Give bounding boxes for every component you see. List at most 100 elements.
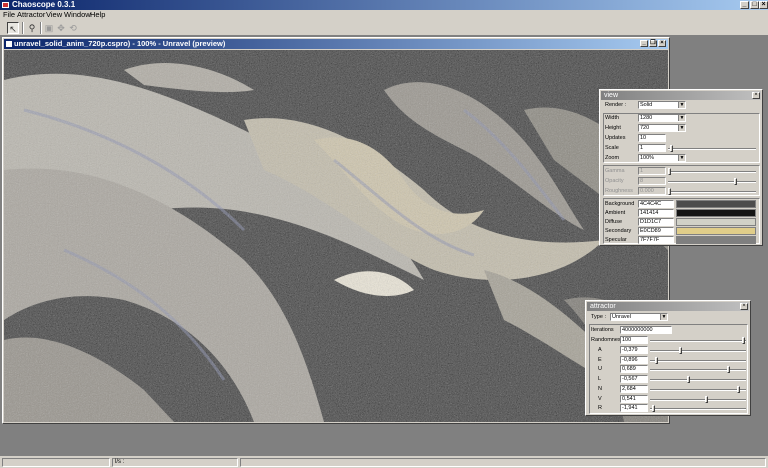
gamma-label: Gamma — [605, 168, 625, 174]
scale-slider-thumb[interactable] — [670, 145, 673, 152]
param-label: N — [598, 385, 602, 392]
param-slider-thumb[interactable] — [705, 395, 708, 403]
randomness-field[interactable]: 100 — [620, 336, 648, 344]
param-value-field[interactable]: -0,379 — [620, 346, 648, 354]
gamma-slider[interactable] — [668, 168, 756, 175]
render-select[interactable]: Solid ▼ — [638, 101, 686, 109]
color-swatch[interactable] — [676, 227, 756, 235]
view-panel-close-button[interactable]: × — [752, 92, 760, 99]
param-slider[interactable] — [650, 356, 746, 364]
minimize-button[interactable]: _ — [740, 1, 749, 9]
roughness-slider-thumb[interactable] — [668, 188, 671, 195]
param-slider-thumb[interactable] — [652, 405, 655, 413]
move-icon[interactable]: ✥ — [55, 22, 67, 34]
scale-slider[interactable] — [668, 145, 756, 152]
status-pane-extra — [240, 458, 766, 467]
type-select-value: Unravel — [612, 314, 631, 320]
height-select[interactable]: 720 ▼ — [638, 124, 686, 132]
color-hex-field[interactable]: D1D1C7 — [638, 218, 674, 226]
status-bar: l/s : — [0, 456, 768, 468]
opacity-field[interactable]: 8 — [638, 177, 666, 185]
param-value-field[interactable]: 2,684 — [620, 384, 648, 393]
gamma-value: 1 — [640, 168, 644, 174]
param-value-field[interactable]: -0,896 — [620, 355, 648, 364]
roughness-field[interactable]: 0.000 — [638, 187, 666, 195]
param-label: R — [598, 405, 602, 412]
pointer-icon[interactable]: ↖ — [7, 22, 19, 34]
param-slider-thumb[interactable] — [737, 385, 740, 393]
randomness-slider-thumb[interactable] — [742, 337, 745, 344]
opacity-slider[interactable] — [668, 178, 756, 185]
gamma-field[interactable]: 1 — [638, 167, 666, 175]
iterations-field[interactable]: 4000000000 — [620, 326, 672, 334]
color-swatch[interactable] — [676, 209, 756, 217]
param-value: -0,567 — [622, 376, 638, 383]
color-hex-value: 7F7F7F — [640, 237, 660, 243]
document-title-bar: unravel_solid_anim_720p.cspro) - 100% - … — [4, 39, 668, 49]
fps-label: l/s : — [115, 459, 125, 465]
attractor-panel-title-bar: attractor × — [587, 302, 749, 311]
color-label: Ambient — [605, 210, 626, 216]
color-hex-value: E0CD89 — [640, 228, 661, 234]
menu-help[interactable]: Help — [90, 10, 105, 20]
color-swatch[interactable] — [676, 218, 756, 226]
color-hex-field[interactable]: 7F7F7F — [638, 236, 674, 244]
doc-minimize-button[interactable]: _ — [640, 40, 648, 47]
color-label: Specular — [605, 237, 627, 243]
updates-field[interactable]: 10 — [638, 134, 666, 142]
param-slider-thumb[interactable] — [687, 376, 690, 384]
color-hex-field[interactable]: E0CD89 — [638, 227, 674, 235]
param-value-field[interactable]: 0,689 — [620, 365, 648, 374]
doc-restore-button[interactable]: ❐ — [649, 40, 657, 47]
randomness-slider[interactable] — [650, 337, 746, 344]
param-slider[interactable] — [650, 347, 746, 354]
attractor-render-canvas[interactable] — [4, 50, 668, 422]
render-label: Render : — [605, 102, 627, 108]
type-select[interactable]: Unravel ▼ — [610, 313, 668, 321]
menu-file[interactable]: File — [3, 10, 15, 20]
menu-window[interactable]: Window — [64, 10, 91, 20]
zoom-select[interactable]: 100% ▼ — [638, 154, 686, 162]
color-swatch[interactable] — [676, 236, 756, 244]
attractor-panel-title: attractor — [590, 303, 616, 310]
maximize-button[interactable]: □ — [750, 1, 759, 9]
iterations-value: 4000000000 — [622, 327, 653, 333]
param-value-field[interactable]: -1,941 — [620, 404, 648, 413]
param-slider[interactable] — [650, 405, 746, 413]
param-slider-thumb[interactable] — [655, 356, 658, 364]
param-slider[interactable] — [650, 385, 746, 393]
param-label: U — [598, 366, 602, 373]
rotate-icon[interactable]: ⟲ — [67, 22, 79, 34]
param-value: -0,379 — [622, 347, 638, 353]
param-slider-thumb[interactable] — [679, 347, 682, 354]
document-title: unravel_solid_anim_720p.cspro) - 100% - … — [14, 39, 226, 48]
width-label: Width — [605, 115, 620, 121]
param-value-field[interactable]: 0,541 — [620, 394, 648, 403]
param-slider-thumb[interactable] — [727, 366, 730, 374]
roughness-slider[interactable] — [668, 188, 756, 195]
chevron-down-icon: ▼ — [660, 314, 667, 320]
opacity-slider-thumb[interactable] — [734, 178, 737, 185]
color-label: Background — [605, 201, 635, 207]
param-value: 2,684 — [622, 385, 636, 392]
color-hex-field[interactable]: 141414 — [638, 209, 674, 217]
param-slider[interactable] — [650, 366, 746, 374]
width-select[interactable]: 1280 ▼ — [638, 114, 686, 122]
scale-field[interactable]: 1 — [638, 144, 666, 152]
param-value-field[interactable]: -0,567 — [620, 375, 648, 384]
param-slider[interactable] — [650, 376, 746, 384]
color-swatch[interactable] — [676, 200, 756, 208]
render-icon[interactable]: ▣ — [43, 22, 55, 34]
param-slider[interactable] — [650, 395, 746, 403]
color-hex-field[interactable]: 4C4C4C — [638, 200, 674, 208]
gamma-slider-thumb[interactable] — [668, 168, 671, 175]
menu-attractor[interactable]: Attractor — [17, 10, 45, 20]
menu-view[interactable]: View — [46, 10, 62, 20]
zoom-icon[interactable]: ⚲ — [26, 22, 38, 34]
close-button[interactable]: × — [759, 1, 768, 9]
doc-close-button[interactable]: × — [658, 40, 666, 47]
zoom-label: Zoom — [605, 155, 620, 161]
zoom-select-value: 100% — [640, 155, 655, 161]
attractor-panel-close-button[interactable]: × — [740, 303, 748, 310]
updates-value: 10 — [640, 135, 647, 141]
